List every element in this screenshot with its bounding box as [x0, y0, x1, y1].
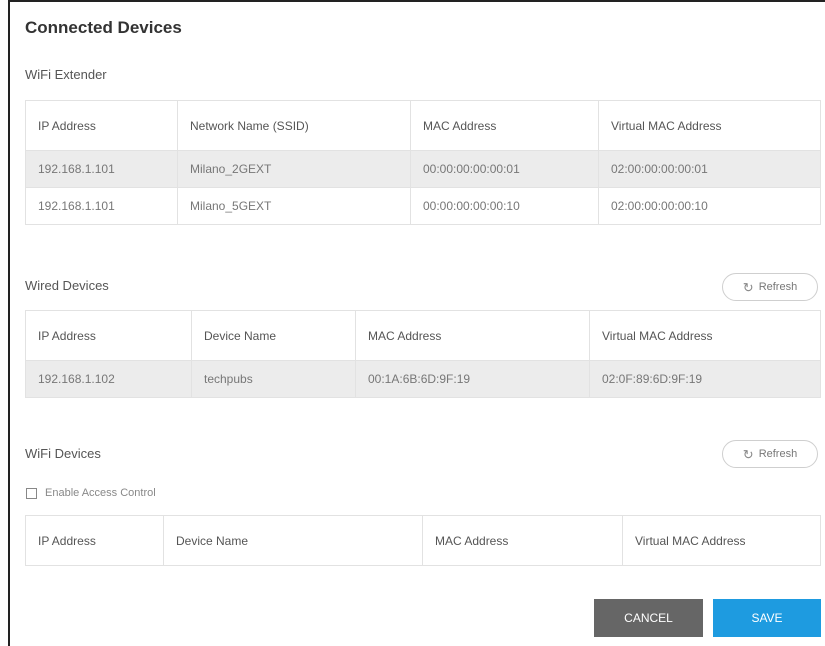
- table-row: 192.168.1.101 Milano_5GEXT 00:00:00:00:0…: [25, 187, 821, 225]
- window-left-border: [8, 0, 10, 646]
- column-header-virtual-mac-address: Virtual MAC Address: [598, 100, 821, 151]
- wired-devices-table: IP Address Device Name MAC Address Virtu…: [25, 310, 821, 398]
- table-header-row: IP Address Device Name MAC Address Virtu…: [25, 310, 821, 361]
- table-row: 192.168.1.102 techpubs 00:1A:6B:6D:9F:19…: [25, 360, 821, 398]
- cell-virtual-mac-address: 02:0F:89:6D:9F:19: [589, 360, 821, 398]
- cell-network-name: Milano_5GEXT: [177, 187, 411, 225]
- cell-mac-address: 00:00:00:00:00:01: [410, 150, 599, 188]
- cell-mac-address: 00:1A:6B:6D:9F:19: [355, 360, 590, 398]
- refresh-icon: ↻: [742, 446, 754, 462]
- cell-ip-address: 192.168.1.101: [25, 150, 178, 188]
- cell-network-name: Milano_2GEXT: [177, 150, 411, 188]
- refresh-label: Refresh: [758, 448, 798, 460]
- access-control-option[interactable]: Enable Access Control: [26, 487, 156, 499]
- column-header-ip-address: IP Address: [25, 515, 164, 566]
- save-button[interactable]: SAVE: [713, 599, 821, 637]
- cell-virtual-mac-address: 02:00:00:00:00:01: [598, 150, 821, 188]
- column-header-virtual-mac-address: Virtual MAC Address: [622, 515, 821, 566]
- cell-mac-address: 00:00:00:00:00:10: [410, 187, 599, 225]
- column-header-ip-address: IP Address: [25, 100, 178, 151]
- refresh-label: Refresh: [758, 281, 798, 293]
- cell-ip-address: 192.168.1.102: [25, 360, 192, 398]
- wired-devices-label: Wired Devices: [25, 278, 109, 293]
- access-control-checkbox[interactable]: [26, 487, 37, 499]
- column-header-network-name: Network Name (SSID): [177, 100, 411, 151]
- column-header-mac-address: MAC Address: [355, 310, 590, 361]
- window-top-border: [8, 0, 825, 2]
- page-title: Connected Devices: [25, 18, 182, 37]
- wifi-devices-table: IP Address Device Name MAC Address Virtu…: [25, 515, 821, 566]
- cell-virtual-mac-address: 02:00:00:00:00:10: [598, 187, 821, 225]
- connected-devices-page: Connected Devices WiFi Extender IP Addre…: [0, 0, 825, 646]
- table-header-row: IP Address Network Name (SSID) MAC Addre…: [25, 100, 821, 151]
- column-header-mac-address: MAC Address: [410, 100, 599, 151]
- wifi-extender-label: WiFi Extender: [25, 67, 107, 82]
- access-control-label: Enable Access Control: [45, 487, 156, 499]
- cell-device-name: techpubs: [191, 360, 356, 398]
- wifi-devices-label: WiFi Devices: [25, 446, 101, 461]
- wifi-refresh-button[interactable]: ↻ Refresh: [722, 440, 818, 468]
- wired-refresh-button[interactable]: ↻ Refresh: [722, 273, 818, 301]
- cell-ip-address: 192.168.1.101: [25, 187, 178, 225]
- column-header-ip-address: IP Address: [25, 310, 192, 361]
- wifi-extender-table: IP Address Network Name (SSID) MAC Addre…: [25, 100, 821, 225]
- cancel-button[interactable]: CANCEL: [594, 599, 703, 637]
- column-header-device-name: Device Name: [163, 515, 423, 566]
- column-header-mac-address: MAC Address: [422, 515, 623, 566]
- table-header-row: IP Address Device Name MAC Address Virtu…: [25, 515, 821, 566]
- column-header-device-name: Device Name: [191, 310, 356, 361]
- refresh-icon: ↻: [742, 279, 754, 295]
- column-header-virtual-mac-address: Virtual MAC Address: [589, 310, 821, 361]
- table-row: 192.168.1.101 Milano_2GEXT 00:00:00:00:0…: [25, 150, 821, 188]
